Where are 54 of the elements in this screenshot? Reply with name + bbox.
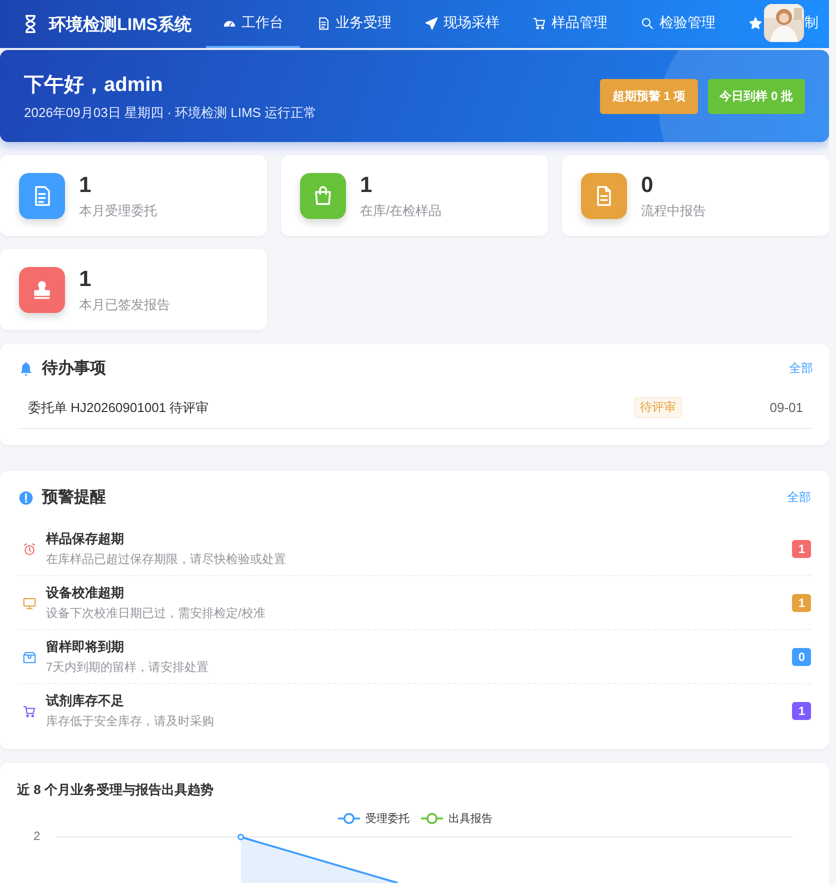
stat-value: 1	[79, 172, 92, 198]
search-icon	[640, 16, 655, 30]
nav-tab[interactable]: 工作台	[206, 0, 300, 48]
stat-value: 1	[79, 266, 92, 292]
count-badge: 1	[792, 540, 811, 558]
banner-button[interactable]: 超期预警 1 项	[600, 78, 698, 114]
cart-icon	[532, 16, 547, 30]
todo-item[interactable]: 委托单 HJ20260901001 待评审 待评审 09-01	[18, 387, 813, 429]
alert-description: 库存低于安全库存，请及时采购	[46, 713, 215, 730]
stat-value: 1	[360, 172, 374, 198]
monitor-icon	[22, 596, 37, 610]
alert-description: 7天内到期的留样，请安排处置	[46, 659, 210, 676]
alert-description: 设备下次校准日期已过，需安排检定/校准	[46, 605, 266, 622]
axis-label: 2	[32, 829, 42, 843]
stat-label: 在库/在检样品	[360, 202, 442, 220]
banner-button[interactable]: 今日到样 0 批	[708, 78, 805, 114]
stat-label: 流程中报告	[641, 202, 706, 220]
box-icon	[22, 650, 37, 664]
star-icon	[748, 16, 763, 30]
stat-value: 0	[641, 172, 654, 198]
exclamation-icon	[18, 490, 34, 506]
status-line: 2026年09月03日 星期四 · 环境检测 LIMS 运行正常	[24, 104, 317, 122]
legend-label: 受理委托	[366, 812, 410, 826]
app-title: 环境检测LIMS系统	[49, 14, 192, 36]
stat-label: 本月受理委托	[79, 202, 157, 220]
todo-text: 委托单 HJ20260901001 待评审	[28, 398, 210, 416]
cart-icon	[22, 704, 37, 718]
chart-title: 近 8 个月业务受理与报告出具趋势	[17, 781, 214, 799]
alert-description: 在库样品已超过保存期限，请尽快检验或处置	[46, 551, 287, 568]
hourglass-icon	[24, 14, 37, 34]
alert-title: 试剂库存不足	[46, 692, 125, 710]
todo-date: 09-01	[770, 400, 803, 415]
nav-tab[interactable]: 业务受理	[300, 0, 408, 48]
greeting: 下午好，admin	[24, 72, 164, 98]
alert-title: 留样即将到期	[46, 638, 125, 656]
count-badge: 1	[792, 702, 811, 720]
view-all-link[interactable]: 全部	[787, 489, 811, 506]
count-badge: 1	[792, 594, 811, 612]
alert-title: 设备校准超期	[46, 584, 125, 602]
bell-icon	[18, 360, 34, 376]
nav-tab[interactable]: 样品管理	[516, 0, 624, 48]
nav-tab[interactable]: 现场采样	[408, 0, 516, 48]
section-title: 预警提醒	[42, 488, 106, 508]
view-all-link[interactable]: 全部	[789, 360, 813, 377]
count-badge: 0	[792, 648, 811, 666]
nav-tab[interactable]: 检验管理	[624, 0, 732, 48]
alarm-clock-icon	[22, 542, 37, 556]
status-tag: 待评审	[634, 397, 682, 418]
alert-title: 样品保存超期	[46, 530, 125, 548]
nav-tab[interactable]: 制	[732, 0, 829, 48]
section-title: 待办事项	[42, 358, 106, 379]
legend-label: 出具报告	[448, 812, 492, 826]
stat-label: 本月已签发报告	[79, 296, 170, 314]
plane-icon	[424, 16, 439, 30]
